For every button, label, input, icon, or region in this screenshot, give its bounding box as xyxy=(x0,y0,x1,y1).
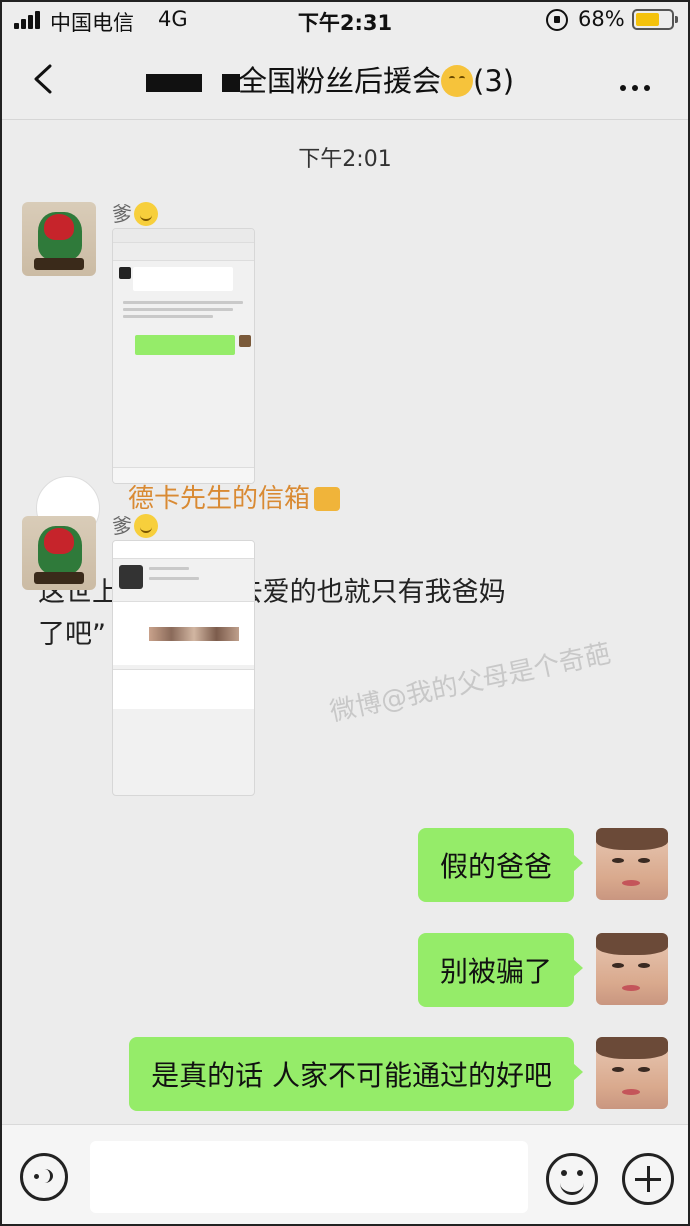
avatar[interactable] xyxy=(596,933,668,1005)
outgoing-message[interactable]: 是真的话 人家不可能通过的好吧 xyxy=(129,1037,583,1111)
redaction-bar xyxy=(146,74,202,92)
battery-percent: 68% xyxy=(578,7,625,31)
group-title: 全国粉丝后援会 (3) xyxy=(238,58,514,100)
sender-name: 爹 xyxy=(112,198,158,227)
chat-header: 全国粉丝后援会 (3) xyxy=(0,40,690,120)
image-message-chat-screenshot[interactable] xyxy=(112,228,255,484)
overlay-title: 德卡先生的信箱 xyxy=(128,478,341,515)
battery-fill xyxy=(636,13,659,26)
crown-badge-icon xyxy=(314,487,341,511)
member-count: (3) xyxy=(473,64,515,98)
status-bar: 中国电信 4G 下午2:31 68% xyxy=(0,0,690,40)
emoji-icon[interactable] xyxy=(546,1153,598,1205)
sender-name: 爹 xyxy=(112,510,158,539)
message-input[interactable] xyxy=(90,1141,528,1213)
image-message-profile-screenshot[interactable] xyxy=(112,540,255,796)
chat-timestamp: 下午2:01 xyxy=(298,147,392,172)
avatar[interactable] xyxy=(596,828,668,900)
smile-emoji-icon xyxy=(134,202,158,226)
overlay-quote-line: 这世上 放心大胆去爱的也就只有我爸妈 xyxy=(38,577,506,608)
plus-icon[interactable] xyxy=(622,1153,674,1205)
rotation-lock-icon xyxy=(546,9,568,31)
hugging-face-icon xyxy=(441,65,474,97)
outgoing-message[interactable]: 别被骗了 xyxy=(417,933,584,1007)
input-bar xyxy=(0,1124,690,1226)
smile-emoji-icon xyxy=(134,514,158,538)
avatar[interactable] xyxy=(596,1037,668,1109)
avatar[interactable] xyxy=(22,516,96,590)
outgoing-message[interactable]: 假的爸爸 xyxy=(417,828,584,902)
group-name: 全国粉丝后援会 xyxy=(238,64,442,98)
battery-icon xyxy=(632,9,678,30)
watermark: 微博@我的父母是个奇葩 xyxy=(327,638,614,728)
voice-icon[interactable] xyxy=(20,1153,68,1201)
chevron-left-icon[interactable] xyxy=(30,64,60,94)
overlay-quote-line: 了吧” xyxy=(38,619,106,650)
more-dots-icon[interactable] xyxy=(620,76,656,95)
avatar[interactable] xyxy=(22,202,96,276)
